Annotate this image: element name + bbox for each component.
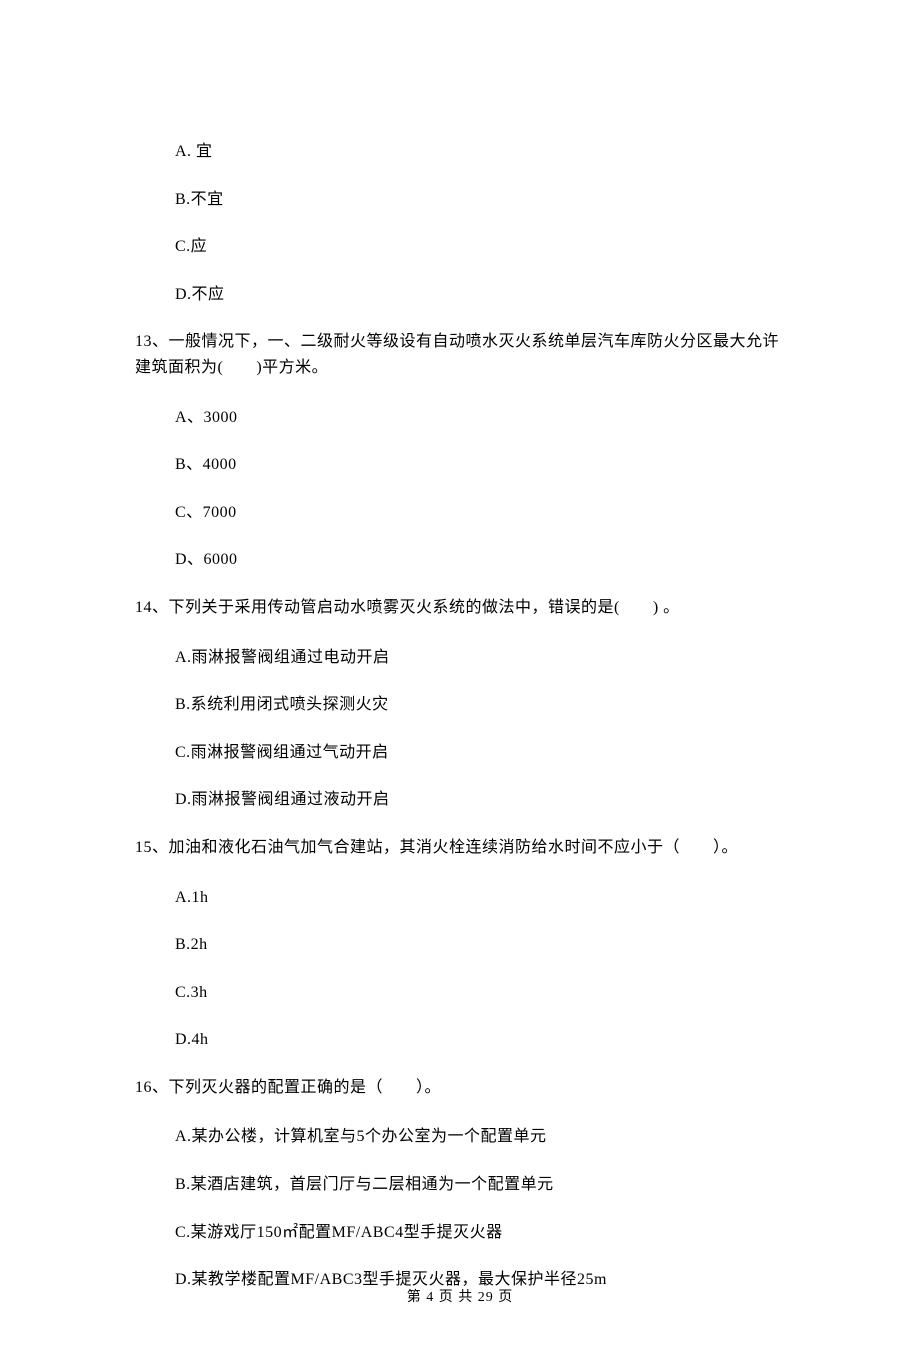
option-c: C.应 [175,234,785,260]
q14-stem: 14、下列关于采用传动管启动水喷雾灭火系统的做法中，错误的是( ) 。 [135,595,785,621]
option-d: D.4h [175,1027,785,1053]
option-b: B.系统利用闭式喷头探测火灾 [175,692,785,718]
option-d: D.雨淋报警阀组通过液动开启 [175,787,785,813]
q13-stem: 13、一般情况下，一、二级耐火等级设有自动喷水灭火系统单层汽车库防火分区最大允许… [135,329,785,380]
option-a: A.某办公楼，计算机室与5个办公室为一个配置单元 [175,1124,785,1150]
option-d: D.不应 [175,282,785,308]
option-b: B、4000 [175,452,785,478]
option-c: C.某游戏厅150㎡配置MF/ABC4型手提灭火器 [175,1220,785,1246]
option-a: A.雨淋报警阀组通过电动开启 [175,645,785,671]
option-b: B.2h [175,932,785,958]
option-a: A、3000 [175,405,785,431]
option-a: A. 宜 [175,139,785,165]
option-b: B.某酒店建筑，首层门厅与二层相通为一个配置单元 [175,1172,785,1198]
option-c: C.雨淋报警阀组通过气动开启 [175,740,785,766]
option-a: A.1h [175,885,785,911]
option-c: C、7000 [175,500,785,526]
q14-options: A.雨淋报警阀组通过电动开启 B.系统利用闭式喷头探测火灾 C.雨淋报警阀组通过… [135,645,785,813]
q13-options: A、3000 B、4000 C、7000 D、6000 [135,405,785,573]
q16-options: A.某办公楼，计算机室与5个办公室为一个配置单元 B.某酒店建筑，首层门厅与二层… [135,1124,785,1292]
q15-stem: 15、加油和液化石油气加气合建站，其消火栓连续消防给水时间不应小于（ ）。 [135,835,785,861]
q15-options: A.1h B.2h C.3h D.4h [135,885,785,1053]
page-footer: 第 4 页 共 29 页 [0,1287,920,1309]
option-d: D、6000 [175,547,785,573]
document-page: A. 宜 B.不宜 C.应 D.不应 13、一般情况下，一、二级耐火等级设有自动… [0,0,920,1355]
q12-options: A. 宜 B.不宜 C.应 D.不应 [135,139,785,307]
option-c: C.3h [175,980,785,1006]
option-b: B.不宜 [175,187,785,213]
q16-stem: 16、下列灭火器的配置正确的是（ ）。 [135,1075,785,1101]
